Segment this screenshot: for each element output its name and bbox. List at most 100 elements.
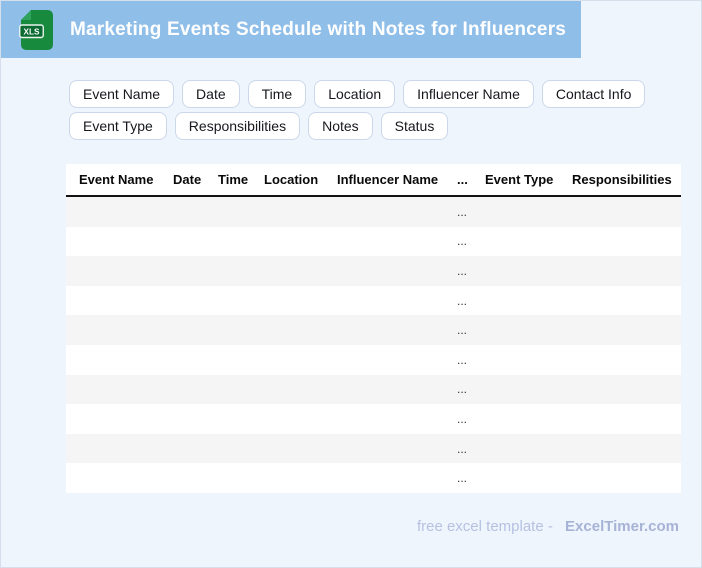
column-chips: Event Name Date Time Location Influencer… bbox=[69, 80, 646, 140]
table-header-row: Event Name Date Time Location Influencer… bbox=[66, 164, 681, 197]
table-cell bbox=[66, 345, 173, 375]
table-cell bbox=[218, 256, 264, 286]
table-cell bbox=[66, 375, 173, 405]
table-cell: ... bbox=[457, 441, 468, 456]
table-cell bbox=[264, 315, 337, 345]
table-cell: ... bbox=[457, 293, 468, 308]
table-row: ... bbox=[66, 256, 681, 286]
table-cell: ... bbox=[457, 263, 468, 278]
table-cell bbox=[572, 256, 681, 286]
table-cell bbox=[66, 434, 173, 464]
table-cell: ... bbox=[457, 382, 468, 397]
col-header-date: Date bbox=[173, 164, 218, 197]
chip-responsibilities[interactable]: Responsibilities bbox=[174, 112, 301, 140]
col-header-location: Location bbox=[264, 164, 337, 197]
table-cell bbox=[66, 196, 173, 227]
table-cell bbox=[264, 404, 337, 434]
table-row: ... bbox=[66, 315, 681, 345]
chip-time[interactable]: Time bbox=[247, 80, 307, 108]
table-cell bbox=[485, 227, 572, 257]
table-cell bbox=[337, 286, 457, 316]
table-cell bbox=[485, 196, 572, 227]
table-cell bbox=[337, 463, 457, 493]
table-cell bbox=[337, 196, 457, 227]
table-cell: ... bbox=[457, 411, 468, 426]
table-cell bbox=[264, 227, 337, 257]
chip-status[interactable]: Status bbox=[380, 112, 449, 140]
chip-contact-info[interactable]: Contact Info bbox=[541, 80, 646, 108]
col-header-event-type: Event Type bbox=[485, 164, 572, 197]
chip-influencer-name[interactable]: Influencer Name bbox=[403, 80, 534, 108]
footer-text: free excel template - bbox=[416, 518, 553, 535]
table-cell bbox=[66, 463, 173, 493]
table-cell: ... bbox=[457, 352, 468, 367]
chips-row-2: Event Type Responsibilities Notes Status bbox=[69, 112, 645, 140]
table-cell bbox=[66, 256, 173, 286]
table-cell bbox=[485, 404, 572, 434]
table-cell bbox=[173, 404, 218, 434]
table-row: ... bbox=[66, 374, 681, 405]
table-cell: ... bbox=[457, 234, 468, 249]
table-cell bbox=[572, 345, 681, 375]
table-cell bbox=[572, 196, 681, 227]
table-cell bbox=[173, 286, 218, 316]
table-cell bbox=[572, 404, 681, 434]
table-row: ... bbox=[66, 196, 681, 227]
table-cell bbox=[572, 463, 681, 493]
table-cell bbox=[264, 434, 337, 464]
page: XLS Marketing Events Schedule with Notes… bbox=[0, 0, 702, 568]
table-cell bbox=[173, 463, 218, 493]
table-cell bbox=[218, 404, 264, 434]
chip-date[interactable]: Date bbox=[182, 80, 240, 108]
table-cell bbox=[337, 256, 457, 286]
table-cell bbox=[218, 375, 264, 405]
table-body: .............................. bbox=[66, 196, 681, 493]
table-row: ... bbox=[66, 463, 681, 493]
table-cell bbox=[173, 315, 218, 345]
table-cell bbox=[66, 286, 173, 316]
table-cell bbox=[337, 375, 457, 405]
table-cell bbox=[572, 286, 681, 316]
chip-event-name[interactable]: Event Name bbox=[69, 80, 175, 108]
chip-location[interactable]: Location bbox=[314, 80, 396, 108]
table-cell: ... bbox=[457, 471, 468, 486]
table-row: ... bbox=[66, 285, 681, 316]
table-cell bbox=[173, 434, 218, 464]
col-header-responsibilities: Responsibilities bbox=[572, 164, 681, 197]
table-cell bbox=[485, 434, 572, 464]
table-cell bbox=[337, 434, 457, 464]
table-cell: ... bbox=[457, 323, 468, 338]
chip-notes[interactable]: Notes bbox=[308, 112, 373, 140]
table-cell bbox=[173, 375, 218, 405]
table-cell bbox=[218, 434, 264, 464]
title-bar: XLS Marketing Events Schedule with Notes… bbox=[1, 1, 581, 58]
page-title: Marketing Events Schedule with Notes for… bbox=[70, 18, 567, 40]
xls-badge-label: XLS bbox=[24, 27, 40, 36]
table-cell bbox=[485, 256, 572, 286]
table-cell bbox=[173, 196, 218, 227]
table-row: ... bbox=[66, 344, 681, 375]
table-cell bbox=[218, 286, 264, 316]
table-cell bbox=[173, 345, 218, 375]
table-cell bbox=[218, 345, 264, 375]
table-cell bbox=[572, 375, 681, 405]
footer-brand-link[interactable]: ExcelTimer.com bbox=[565, 518, 679, 535]
table-cell bbox=[485, 463, 572, 493]
table-cell bbox=[337, 404, 457, 434]
table-cell bbox=[218, 315, 264, 345]
table-cell bbox=[218, 196, 264, 227]
table-cell bbox=[264, 345, 337, 375]
table-cell bbox=[337, 315, 457, 345]
table-cell bbox=[66, 404, 173, 434]
table-cell bbox=[572, 315, 681, 345]
footer: free excel template - ExcelTimer.com bbox=[417, 518, 679, 535]
table-cell bbox=[264, 463, 337, 493]
table-row: ... bbox=[66, 404, 681, 434]
table-cell bbox=[264, 375, 337, 405]
table-cell bbox=[264, 256, 337, 286]
table-row: ... bbox=[66, 226, 681, 257]
col-header-influencer-name: Influencer Name bbox=[337, 164, 457, 197]
table-cell bbox=[485, 286, 572, 316]
table-cell bbox=[218, 463, 264, 493]
chip-event-type[interactable]: Event Type bbox=[69, 112, 167, 140]
